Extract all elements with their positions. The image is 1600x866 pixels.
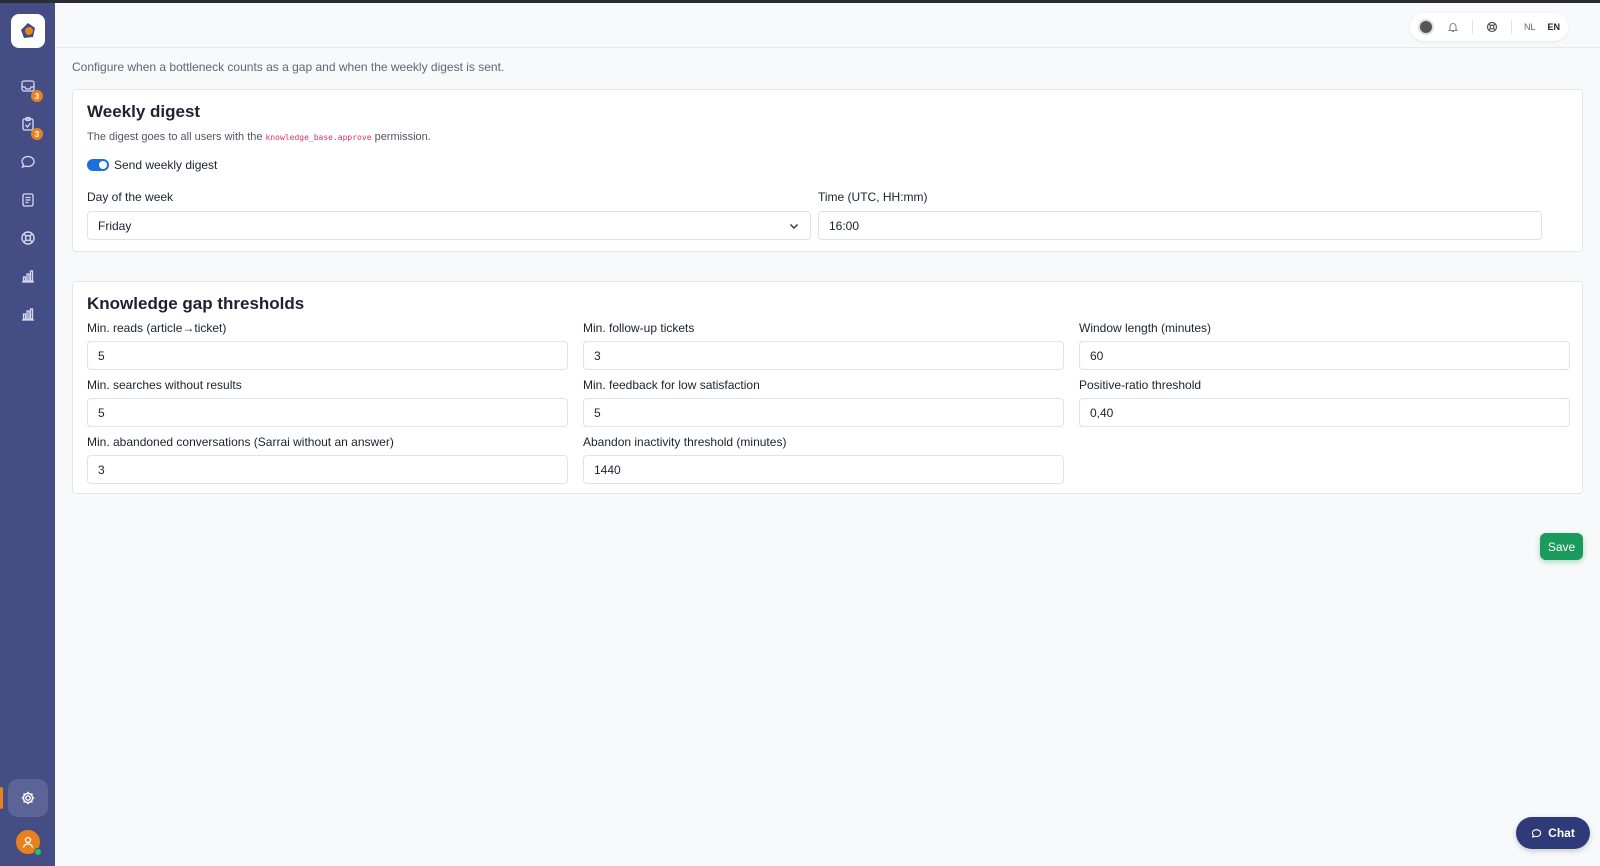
tasks-count-badge: 3 [31, 128, 43, 140]
permission-code: knowledge_base.approve [265, 133, 372, 142]
sidebar-item-analytics[interactable] [16, 264, 40, 288]
time-value: 16:00 [829, 218, 860, 233]
send-digest-toggle-row: Send weekly digest [87, 158, 217, 172]
min-abandoned-input[interactable]: 3 [87, 455, 568, 484]
save-button[interactable]: Save [1540, 533, 1583, 560]
min-feedback-input[interactable]: 5 [583, 398, 1064, 427]
min-follow-up-input[interactable]: 3 [583, 341, 1064, 370]
min-follow-up-label: Min. follow-up tickets [583, 321, 695, 335]
page-subtitle: Configure when a bottleneck counts as a … [72, 60, 505, 74]
day-of-week-label: Day of the week [87, 190, 174, 204]
abandon-inactivity-input[interactable]: 1440 [583, 455, 1064, 484]
sidebar-item-tasks[interactable]: 3 [16, 112, 43, 140]
day-of-week-value: Friday [98, 218, 132, 233]
window-length-label: Window length (minutes) [1079, 321, 1212, 335]
min-searches-label: Min. searches without results [87, 378, 242, 392]
min-feedback-value: 5 [594, 405, 601, 420]
chat-bubble-icon [21, 155, 35, 168]
positive-ratio-label: Positive-ratio threshold [1079, 378, 1202, 392]
language-en[interactable]: EN [1547, 22, 1560, 32]
online-status-dot [34, 848, 42, 856]
min-searches-value: 5 [98, 405, 105, 420]
chat-button[interactable]: Chat [1516, 817, 1590, 849]
sidebar-item-inbox[interactable]: 3 [16, 74, 43, 102]
sidebar-item-articles[interactable] [16, 188, 40, 212]
thresholds-title: Knowledge gap thresholds [87, 294, 305, 313]
weekly-digest-title: Weekly digest [87, 102, 201, 121]
min-reads-input[interactable]: 5 [87, 341, 568, 370]
min-searches-input[interactable]: 5 [87, 398, 568, 427]
chevron-down-icon [790, 224, 798, 229]
send-digest-toggle[interactable] [87, 159, 109, 171]
sidebar-item-reports[interactable] [16, 302, 40, 326]
top-toolbar: NL EN [1409, 13, 1568, 41]
app-logo-icon [21, 23, 35, 38]
knowledge-gap-thresholds-card: Knowledge gap thresholds Min. reads (art… [72, 281, 1583, 494]
min-follow-up-value: 3 [594, 348, 601, 363]
user-icon [22, 836, 34, 848]
chat-label: Chat [1548, 826, 1575, 840]
active-nav-indicator [0, 787, 3, 809]
description-text: The digest goes to all users with the [87, 131, 266, 143]
time-label: Time (UTC, HH:mm) [818, 190, 928, 204]
abandon-inactivity-value: 1440 [594, 462, 621, 477]
page-header: NL EN [55, 3, 1600, 48]
positive-ratio-input[interactable]: 0,40 [1079, 398, 1570, 427]
settings-icon [21, 791, 35, 805]
bar-chart-icon [22, 308, 34, 321]
min-reads-value: 5 [98, 348, 105, 363]
sidebar-item-help[interactable] [16, 226, 40, 250]
toolbar-divider [1510, 20, 1512, 34]
lifebuoy-icon [21, 231, 35, 245]
inbox-count-badge: 3 [31, 90, 43, 102]
weekly-digest-description: The digest goes to all users with the kn… [87, 131, 431, 143]
chat-bubble-icon [1531, 828, 1542, 838]
weekly-digest-card: Weekly digest The digest goes to all use… [72, 89, 1583, 252]
min-feedback-label: Min. feedback for low satisfaction [583, 378, 760, 392]
min-abandoned-label: Min. abandoned conversations (Sarrai wit… [87, 435, 394, 449]
app-logo[interactable] [11, 14, 45, 48]
window-length-value: 60 [1090, 348, 1104, 363]
min-abandoned-value: 3 [98, 462, 105, 477]
window-length-input[interactable]: 60 [1079, 341, 1570, 370]
description-text-end: permission. [371, 131, 431, 143]
sidebar-item-settings[interactable] [8, 779, 48, 817]
sidebar: 3 3 [0, 3, 55, 866]
notifications-button[interactable] [1446, 20, 1460, 34]
day-of-week-select[interactable]: Friday [87, 211, 811, 240]
document-icon [22, 193, 34, 207]
help-button[interactable] [1485, 20, 1499, 34]
abandon-inactivity-label: Abandon inactivity threshold (minutes) [583, 435, 787, 449]
theme-toggle[interactable] [1417, 19, 1434, 35]
min-reads-label: Min. reads (article→ticket) [87, 321, 227, 335]
time-input[interactable]: 16:00 [818, 211, 1542, 240]
positive-ratio-value: 0,40 [1090, 405, 1114, 420]
toolbar-divider [1471, 20, 1473, 34]
bell-icon [1447, 23, 1459, 33]
send-digest-label: Send weekly digest [114, 158, 218, 172]
chart-icon [22, 270, 34, 283]
sidebar-item-conversations[interactable] [16, 150, 40, 174]
user-avatar[interactable] [16, 830, 42, 856]
lifebuoy-icon [1486, 21, 1498, 33]
language-nl[interactable]: NL [1524, 22, 1536, 32]
